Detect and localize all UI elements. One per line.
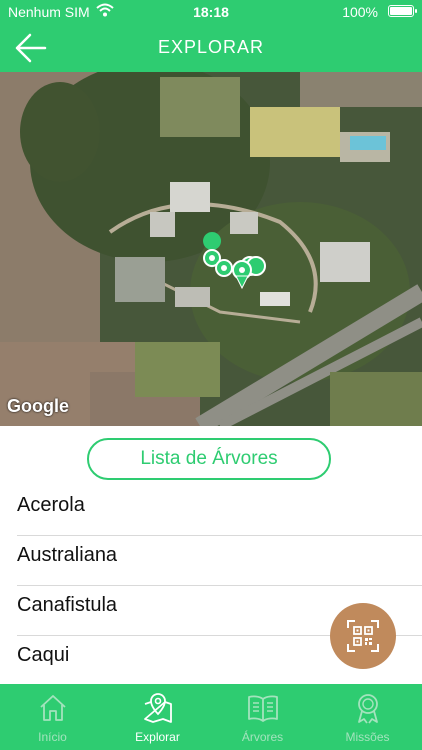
tree-name: Australiana: [17, 544, 118, 566]
battery-fill: [390, 7, 412, 15]
book-icon: [248, 695, 278, 722]
status-bar: Nenhum SIM 18:18 100%: [0, 0, 422, 24]
battery-icon: [388, 5, 417, 17]
app-header: EXPLORAR: [0, 24, 422, 72]
tab-bar: Início Explorar Árvores Missões: [0, 684, 422, 750]
list-item[interactable]: Australiana: [17, 536, 422, 586]
tree-name: Caqui: [17, 644, 70, 666]
tree-name: Acerola: [17, 494, 85, 516]
tree-list-button[interactable]: Lista de Árvores: [87, 438, 331, 480]
tree-name: Canafistula: [17, 594, 118, 616]
tab-inicio[interactable]: Início: [0, 684, 105, 750]
map-pin-icon: [144, 693, 172, 723]
tab-label: Missões: [345, 730, 390, 744]
tab-label: Árvores: [241, 730, 284, 744]
map-imagery: [0, 72, 422, 426]
satellite-map[interactable]: Google: [0, 72, 422, 426]
page-title: EXPLORAR: [157, 37, 265, 57]
home-icon: [40, 695, 66, 721]
qr-scan-button[interactable]: [330, 603, 396, 669]
battery-percent: 100%: [342, 4, 378, 20]
qr-code-icon: [347, 620, 379, 652]
list-item[interactable]: Acerola: [17, 486, 422, 536]
badge-icon: [358, 694, 378, 724]
tab-label: Explorar: [135, 730, 180, 744]
google-logo: Google: [7, 396, 69, 416]
tab-arvores[interactable]: Árvores: [210, 684, 315, 750]
tab-label: Início: [38, 730, 67, 744]
tab-explorar[interactable]: Explorar: [105, 684, 210, 750]
tab-missoes[interactable]: Missões: [315, 684, 420, 750]
